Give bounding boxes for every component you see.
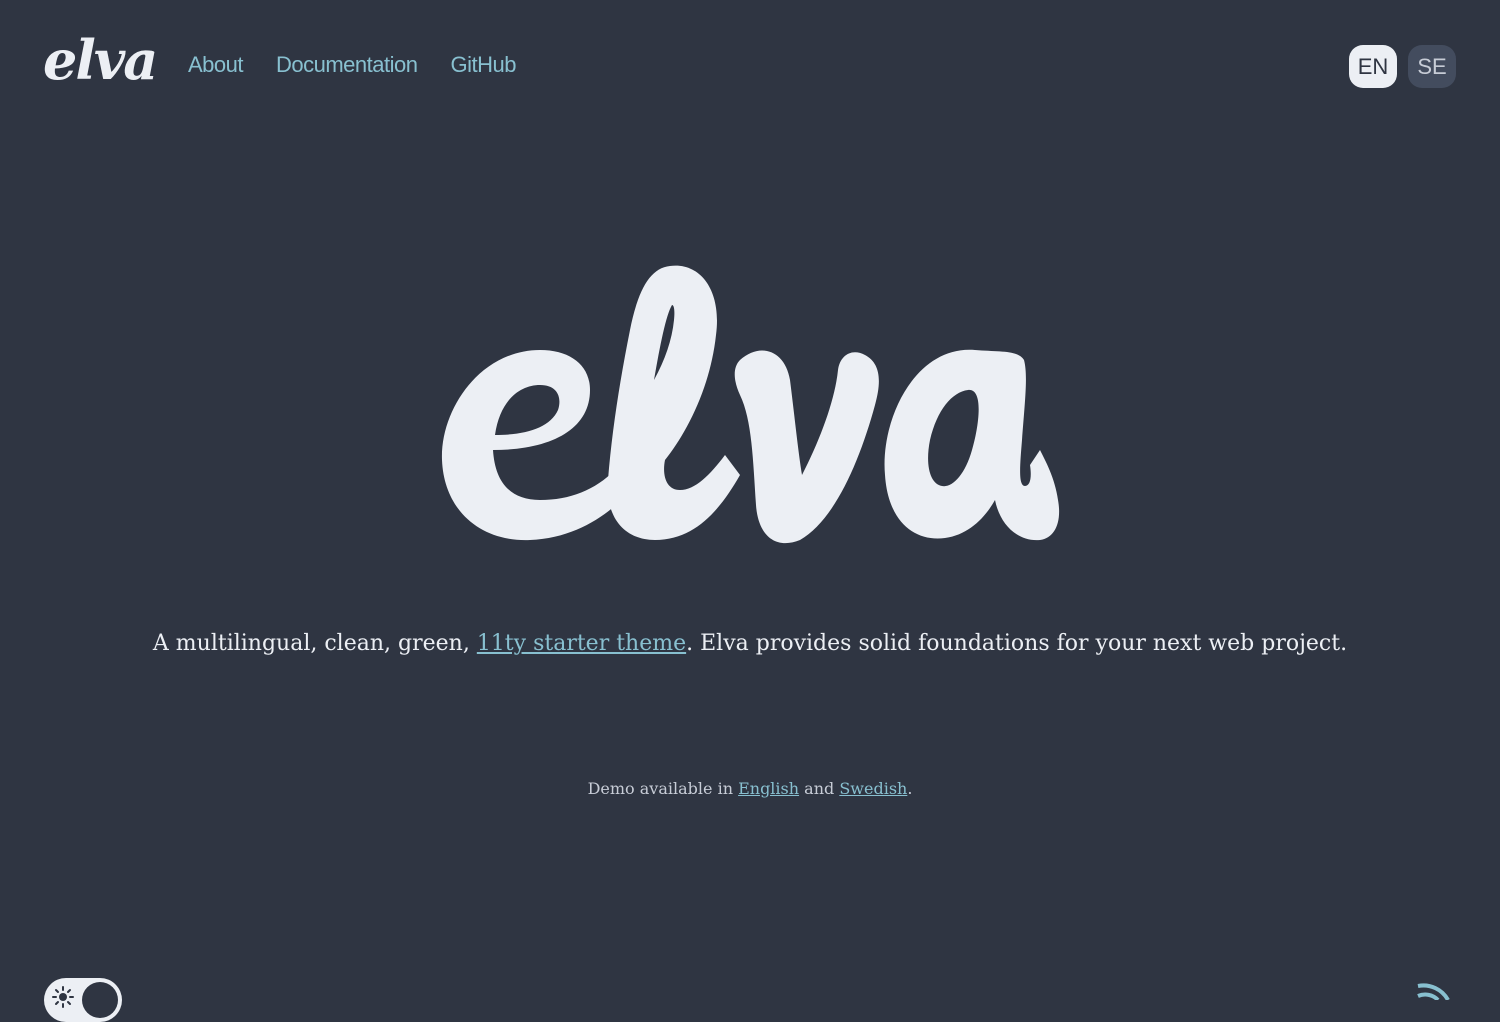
nav-link-github[interactable]: GitHub	[450, 52, 516, 78]
demo-swedish-link[interactable]: Swedish	[839, 779, 907, 798]
site-header: elva About Documentation GitHub EN SE	[0, 0, 1500, 132]
demo-english-link[interactable]: English	[738, 779, 799, 798]
tagline-suffix: . Elva provides solid foundations for yo…	[686, 631, 1348, 656]
rss-icon[interactable]	[1414, 982, 1450, 1000]
demo-suffix: .	[907, 779, 913, 798]
sun-icon	[52, 986, 74, 1008]
main-nav: About Documentation GitHub	[188, 52, 516, 78]
nav-link-about[interactable]: About	[188, 52, 244, 78]
tagline-line-1: A multilingual, clean, green, 11ty start…	[0, 628, 1500, 659]
language-switcher: EN SE	[1349, 45, 1456, 88]
site-logo-link[interactable]: elva	[43, 33, 158, 87]
language-button-en[interactable]: EN	[1349, 45, 1397, 88]
demo-middle: and	[799, 779, 840, 798]
toggle-knob	[82, 982, 118, 1018]
nav-link-documentation[interactable]: Documentation	[276, 52, 418, 78]
demo-prefix: Demo available in	[587, 779, 739, 798]
eleventy-starter-theme-link[interactable]: 11ty starter theme	[477, 631, 686, 656]
hero-logo	[441, 265, 1060, 544]
hero-tagline: A multilingual, clean, green, 11ty start…	[0, 628, 1500, 659]
theme-toggle[interactable]	[44, 978, 122, 1022]
language-button-se[interactable]: SE	[1408, 45, 1456, 88]
demo-availability: Demo available in English and Swedish.	[0, 779, 1500, 798]
tagline-prefix: A multilingual, clean, green,	[152, 631, 477, 656]
